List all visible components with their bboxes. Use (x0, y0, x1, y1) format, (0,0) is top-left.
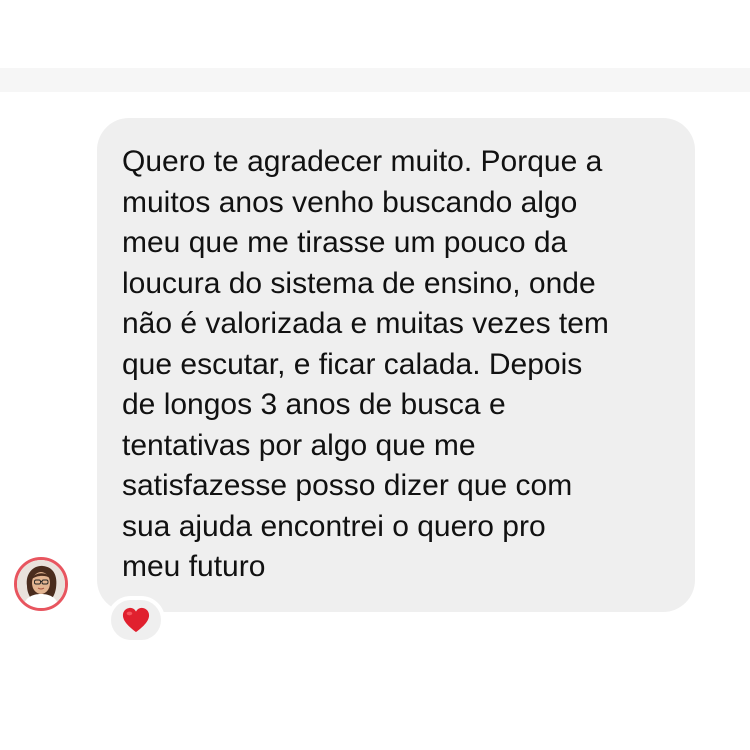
message-line: de longos 3 anos de busca e (122, 388, 506, 421)
message-line: Quero te agradecer muito. Porque a (122, 145, 603, 178)
header-divider-band (0, 68, 750, 92)
message-line: que escutar, e ficar calada. Depois (122, 347, 583, 381)
message-line: não é valorizada e muitas vezes tem (122, 307, 609, 340)
message-line: tentativas por algo que me (122, 428, 476, 462)
sender-avatar[interactable] (14, 557, 68, 611)
message-bubble[interactable]: Quero te agradecer muito. Porque a muito… (97, 118, 695, 612)
message-line: meu que me tirasse um pouco da (122, 226, 568, 259)
profile-photo-avatar-icon (17, 560, 65, 608)
red-heart-icon (122, 607, 150, 633)
message-line: loucura do sistema de ensino, onde (122, 266, 596, 300)
message-line: muitos anos venho buscando algo (122, 185, 578, 219)
message-text: Quero te agradecer muito. Porque a muito… (122, 142, 682, 588)
reaction-badge[interactable] (107, 596, 165, 644)
message-line: sua ajuda encontrei o quero pro (122, 509, 546, 543)
message-line: meu futuro (122, 550, 266, 583)
message-line: satisfazesse posso dizer que com (122, 469, 573, 502)
